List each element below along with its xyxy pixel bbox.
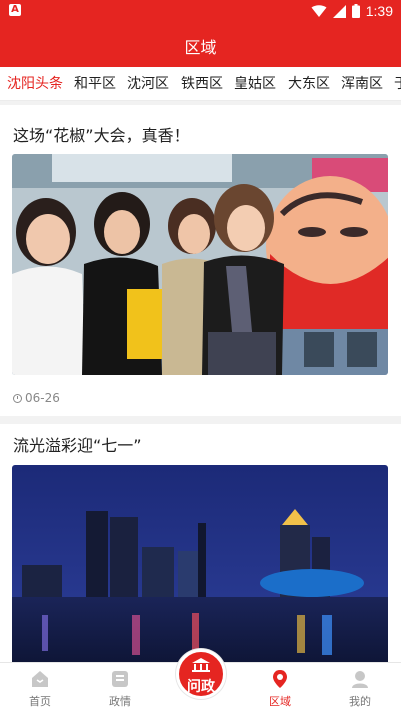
status-right: 1:39 xyxy=(311,2,393,20)
wifi-icon xyxy=(311,5,327,17)
page-title: 区域 xyxy=(184,38,217,57)
nav-label: 我的 xyxy=(349,695,371,708)
article-title[interactable]: 流光溢彩迎“七一” xyxy=(13,432,142,456)
tab-shenyang-headlines[interactable]: 沈阳头条 xyxy=(7,67,63,100)
status-bar: A 1:39 xyxy=(0,0,401,22)
signal-icon xyxy=(332,4,346,18)
tab-huanggu[interactable]: 皇姑区 xyxy=(234,67,276,100)
expo-photo xyxy=(12,154,388,375)
tab-shenhe[interactable]: 沈河区 xyxy=(127,67,169,100)
home-icon xyxy=(32,671,48,687)
nav-region[interactable]: 区域 xyxy=(250,663,310,713)
article-image[interactable] xyxy=(12,465,388,662)
ask-government-button[interactable]: 问政 xyxy=(176,649,226,699)
nav-politics[interactable]: 政情 xyxy=(90,663,150,713)
article-title[interactable]: 这场“花椒”大会，真香！ xyxy=(13,122,190,146)
news-feed: 这场“花椒”大会，真香！ 06-26 流光溢彩迎“七一” xyxy=(0,105,401,662)
nav-label: 政情 xyxy=(109,695,131,708)
gov-building-icon xyxy=(192,658,210,672)
tab-dadong[interactable]: 大东区 xyxy=(288,67,330,100)
news-icon xyxy=(112,671,128,687)
nav-label: 首页 xyxy=(29,695,51,708)
article-date: 06-26 xyxy=(13,391,60,405)
battery-icon xyxy=(351,4,360,18)
location-pin-icon xyxy=(273,670,287,688)
clock-icon xyxy=(13,393,22,403)
article-image[interactable] xyxy=(12,154,388,375)
status-time: 1:39 xyxy=(365,3,393,19)
nav-home[interactable]: 首页 xyxy=(10,663,70,713)
nav-profile[interactable]: 我的 xyxy=(330,663,390,713)
tab-tiexi[interactable]: 铁西区 xyxy=(181,67,223,100)
top-header-bar: A 1:39 区域 xyxy=(0,0,401,67)
app-screen: A 1:39 区域 沈阳头条 和平区 沈河区 铁西区 皇姑区 大东区 浑南区 这… xyxy=(0,0,401,713)
tab-partial[interactable]: 于 xyxy=(394,67,401,100)
article-date-text: 06-26 xyxy=(25,391,60,405)
tab-heping[interactable]: 和平区 xyxy=(74,67,116,100)
ask-government-label: 问政 xyxy=(187,679,215,695)
card-divider xyxy=(0,416,401,424)
tab-hunnan[interactable]: 浑南区 xyxy=(341,67,383,100)
city-night-photo xyxy=(12,465,388,662)
nav-label: 区域 xyxy=(269,695,291,708)
category-tabs: 沈阳头条 和平区 沈河区 铁西区 皇姑区 大东区 浑南区 于 xyxy=(0,67,401,101)
profile-icon xyxy=(352,671,368,688)
notification-app-icon: A xyxy=(9,4,21,16)
